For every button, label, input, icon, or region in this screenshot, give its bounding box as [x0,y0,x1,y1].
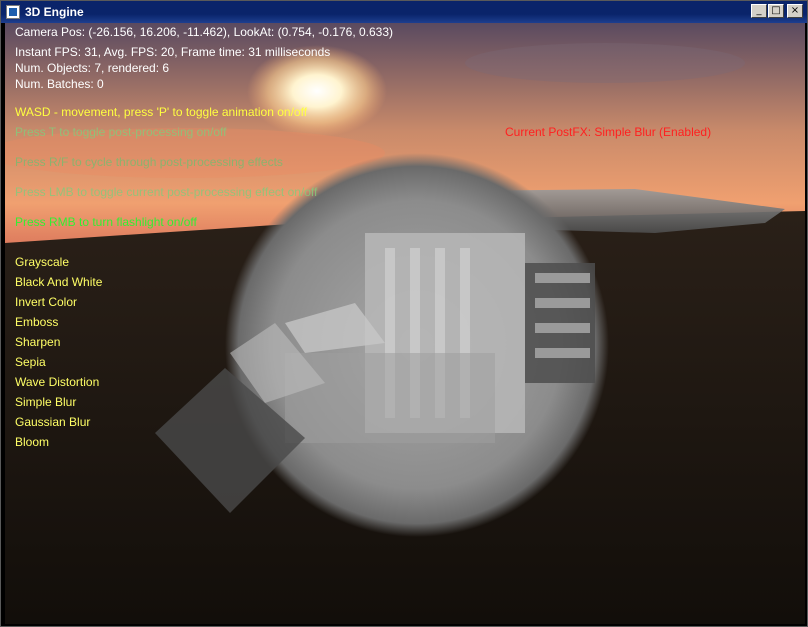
title-bar[interactable]: 3D Engine _ □ × [1,1,807,23]
minimize-button[interactable]: _ [751,4,767,18]
help-toggle-postfx: Press T to toggle post-processing on/off [15,125,227,139]
house-window-bar [535,298,590,308]
effect-item: Gaussian Blur [15,415,91,429]
batches-readout: Num. Batches: 0 [15,77,104,91]
house-porch [285,353,495,443]
fps-readout: Instant FPS: 31, Avg. FPS: 20, Frame tim… [15,45,331,59]
effect-item: Invert Color [15,295,78,309]
cloud [465,43,745,83]
help-cycle-postfx: Press R/F to cycle through post-processi… [15,155,283,169]
camera-readout: Camera Pos: (-26.156, 16.206, -11.462), … [15,25,394,39]
effect-item: Wave Distortion [15,375,100,389]
help-toggle-effect: Press LMB to toggle current post-process… [15,185,318,199]
current-postfx: Current PostFX: Simple Blur (Enabled) [505,125,712,139]
window-title: 3D Engine [25,5,84,19]
help-movement: WASD - movement, press 'P' to toggle ani… [15,105,308,119]
render-viewport[interactable]: Camera Pos: (-26.156, 16.206, -11.462), … [5,23,805,624]
effect-item: Emboss [15,315,59,329]
maximize-icon: □ [771,5,781,16]
help-flashlight: Press RMB to turn flashlight on/off [15,215,197,229]
maximize-button[interactable]: □ [768,4,784,18]
effect-item: Black And White [15,275,103,289]
app-icon [6,5,20,19]
effect-item: Simple Blur [15,395,77,409]
house-window-bar [535,323,590,333]
app-window: 3D Engine _ □ × Camera Pos: (-26.156, 16… [0,0,808,627]
effect-item: Sharpen [15,335,61,349]
house-window-bar [535,273,590,283]
effect-item: Sepia [15,355,46,369]
close-button[interactable]: × [787,4,803,18]
close-icon: × [790,5,800,16]
house-window-bar [535,348,590,358]
effect-item: Grayscale [15,255,70,269]
minimize-icon: _ [756,5,762,16]
effect-item: Bloom [15,435,50,449]
objects-readout: Num. Objects: 7, rendered: 6 [15,61,170,75]
